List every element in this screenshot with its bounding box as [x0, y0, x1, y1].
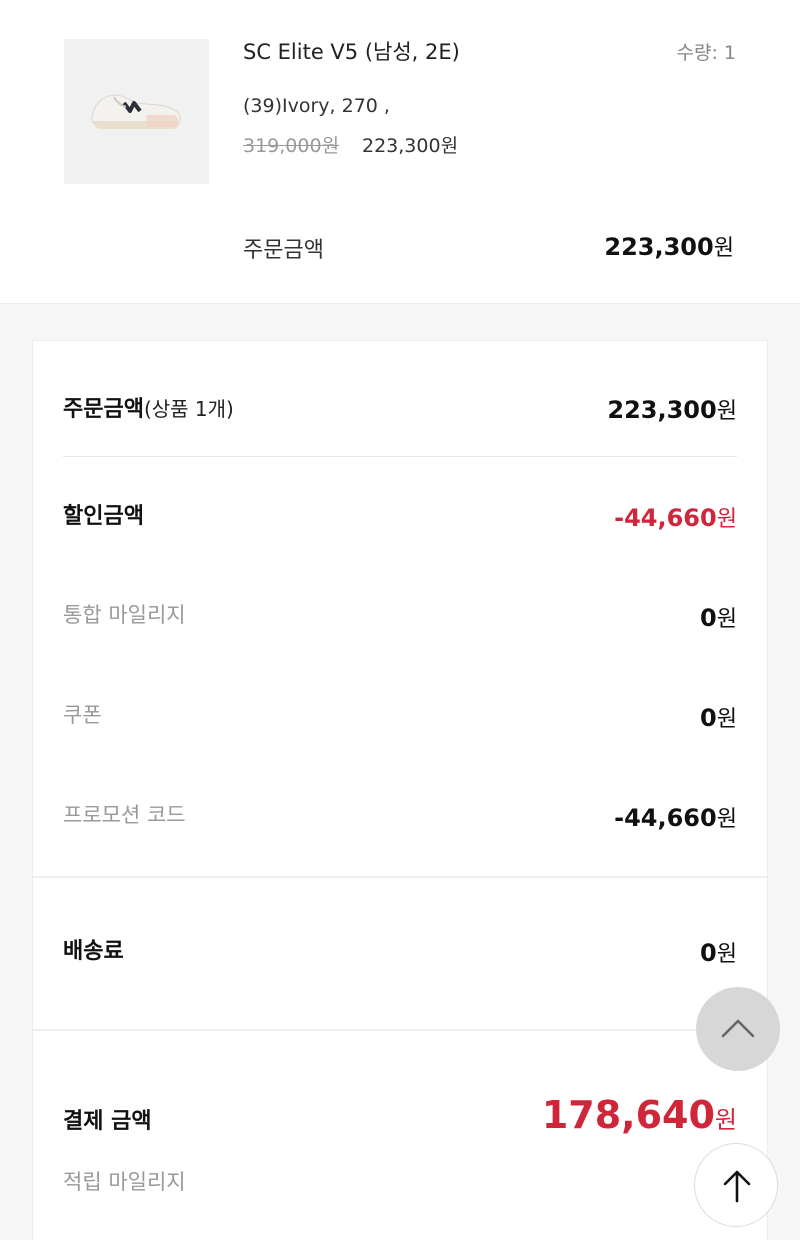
original-price: 319,000원 — [243, 135, 340, 157]
order-item-section: SC Elite V5 (남성, 2E) 수량: 1 (39)Ivory, 27… — [0, 0, 800, 304]
mileage-label: 통합 마일리지 — [63, 603, 186, 627]
section-separator — [33, 1029, 767, 1031]
payment-value: 178,640원 — [541, 1093, 737, 1137]
product-quantity: 수량: 1 — [676, 42, 737, 64]
shipping-label: 배송료 — [63, 939, 124, 964]
order-total-label: 주문금액 — [243, 238, 324, 263]
running-shoe-icon — [91, 94, 181, 129]
scroll-to-top-button[interactable] — [694, 1143, 778, 1227]
chevron-up-icon — [721, 1019, 755, 1038]
order-total-value: 223,300원 — [604, 233, 734, 261]
arrow-up-icon — [723, 1170, 751, 1203]
promo-code-label: 프로모션 코드 — [63, 803, 186, 827]
earned-mileage-label: 적립 마일리지 — [63, 1170, 186, 1194]
mileage-value: 0원 — [699, 604, 737, 632]
divider — [63, 456, 737, 457]
coupon-value: 0원 — [699, 704, 737, 732]
coupon-label: 쿠폰 — [63, 703, 102, 727]
payment-summary-card: 주문금액(상품 1개) 223,300원 할인금액 -44,660원 통합 마일… — [32, 340, 768, 1240]
payment-label: 결제 금액 — [63, 1109, 152, 1134]
discount-label: 할인금액 — [63, 504, 144, 529]
sale-price: 223,300원 — [362, 135, 459, 157]
product-option: (39)Ivory, 270 , — [243, 95, 390, 117]
product-image[interactable] — [64, 39, 209, 184]
section-separator — [33, 876, 767, 878]
shipping-value: 0원 — [699, 939, 737, 967]
order-amount-label: 주문금액(상품 1개) — [63, 397, 234, 422]
discount-value: -44,660원 — [614, 504, 737, 532]
collapse-button[interactable] — [696, 987, 780, 1071]
order-amount-value: 223,300원 — [607, 396, 737, 424]
product-name[interactable]: SC Elite V5 (남성, 2E) — [243, 36, 460, 66]
promo-code-value: -44,660원 — [614, 804, 737, 832]
